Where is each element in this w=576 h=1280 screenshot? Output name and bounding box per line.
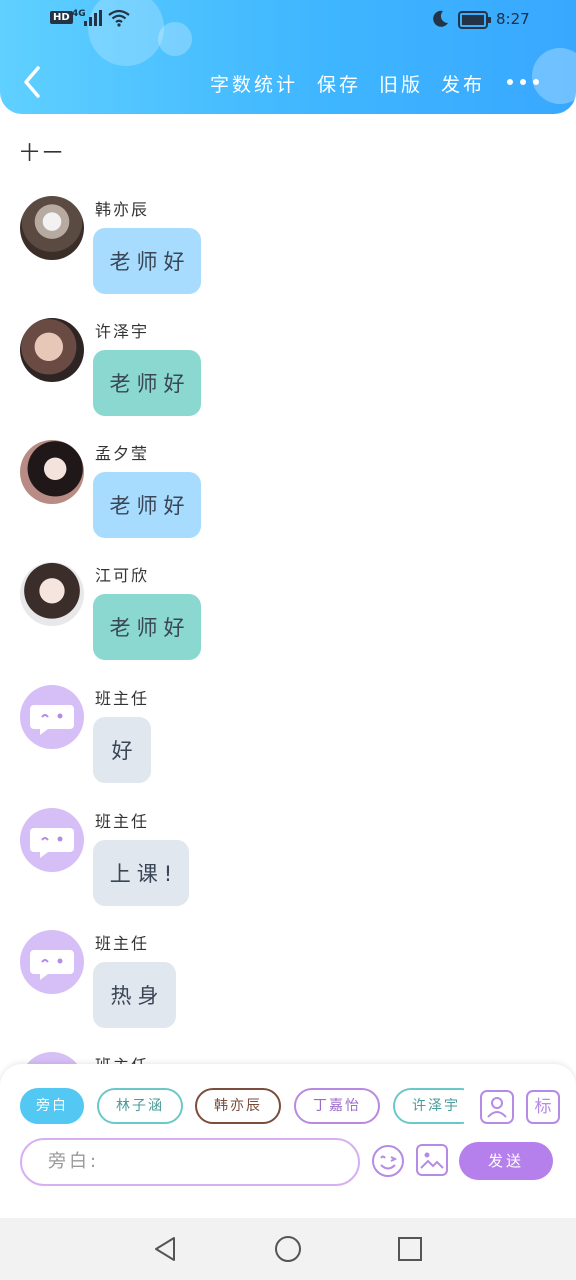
moon-icon [433,10,448,27]
role-chip-selected[interactable]: 旁白 [20,1088,84,1124]
message-bubble[interactable]: 老师好 [93,472,201,538]
sender-name: 班主任 [95,934,150,953]
sender-name: 班主任 [95,812,150,831]
chat-bubble-icon [30,950,74,980]
role-chip-list[interactable]: 旁白 林子涵 韩亦辰 丁嘉怡 许泽宇 [20,1088,464,1126]
wifi-icon [108,9,130,27]
word-count-button[interactable]: 字数统计 [210,70,298,97]
system-nav-bar [0,1218,576,1280]
image-icon[interactable] [416,1144,448,1176]
save-button[interactable]: 保存 [317,70,361,97]
message-bubble[interactable]: 老师好 [93,594,201,660]
character-manage-icon[interactable] [480,1090,514,1124]
avatar[interactable] [20,196,84,260]
avatar[interactable] [20,930,84,994]
nav-home-icon[interactable] [273,1234,303,1264]
message-bubble[interactable]: 好 [93,717,151,783]
battery-icon [458,11,491,29]
status-bar: HD 4G 8:27 [0,8,576,32]
avatar[interactable] [20,440,84,504]
signal-icon [84,10,102,26]
sender-name: 许泽宇 [95,322,150,341]
send-button[interactable]: 发送 [459,1142,553,1180]
tag-button[interactable]: 标 [526,1090,560,1124]
role-chip[interactable]: 许泽宇 [393,1088,464,1124]
clock: 8:27 [496,10,530,28]
more-options-icon[interactable] [507,72,541,92]
hd-badge: HD [50,11,73,24]
sender-name: 江可欣 [95,566,150,585]
message-bubble[interactable]: 热身 [93,962,176,1028]
nav-recents-icon[interactable] [395,1234,425,1264]
picture-icon [420,1152,444,1169]
chat-bubble-icon [30,705,74,735]
avatar[interactable] [20,685,84,749]
sender-name: 班主任 [95,689,150,708]
message-bubble[interactable]: 上课! [93,840,189,906]
sender-name: 孟夕莹 [95,444,150,463]
old-version-button[interactable]: 旧版 [379,70,423,97]
avatar[interactable] [20,318,84,382]
role-chip[interactable]: 丁嘉怡 [294,1088,380,1124]
emoji-icon[interactable] [371,1144,405,1178]
role-chip[interactable]: 韩亦辰 [195,1088,281,1124]
role-chip[interactable]: 林子涵 [97,1088,183,1124]
sender-name: 韩亦辰 [95,200,150,219]
back-arrow-icon[interactable] [18,64,48,100]
avatar[interactable] [20,808,84,872]
chapter-title: 十一 [20,142,67,164]
message-bubble[interactable]: 老师好 [93,350,201,416]
top-header: HD 4G 8:27 字数统计 保存 旧版 发布 [0,0,576,114]
person-icon [487,1097,507,1118]
composer-panel: 旁白 林子涵 韩亦辰 丁嘉怡 许泽宇 标 旁白: 发送 [0,1064,576,1218]
message-bubble[interactable]: 老师好 [93,228,201,294]
publish-button[interactable]: 发布 [441,70,485,97]
chat-bubble-icon [30,828,74,858]
nav-back-icon[interactable] [150,1234,180,1264]
avatar[interactable] [20,562,84,626]
message-input[interactable]: 旁白: [20,1138,360,1186]
